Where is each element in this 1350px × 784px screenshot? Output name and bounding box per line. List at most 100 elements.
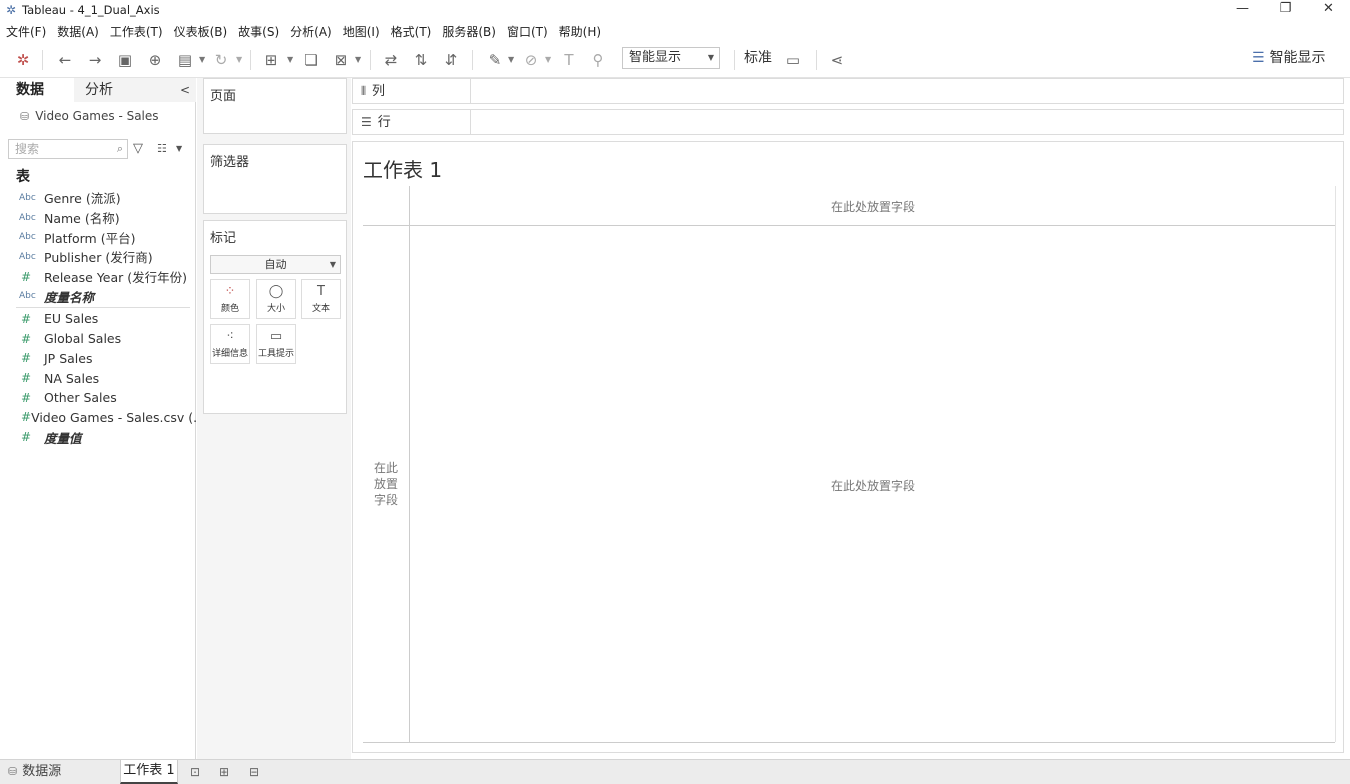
- restore-button[interactable]: ❐: [1264, 0, 1307, 20]
- menu-window[interactable]: 窗口(T): [507, 23, 548, 40]
- field-name: Genre (流派): [44, 191, 121, 207]
- rows-shelf-label: ☰ 行: [353, 110, 471, 134]
- chevron-down-icon[interactable]: ▼: [355, 48, 361, 72]
- detail-icon: ⁖: [226, 329, 234, 344]
- filters-shelf[interactable]: 筛选器: [203, 144, 347, 214]
- tab-analysis[interactable]: 分析: [74, 78, 196, 102]
- menu-bar: 文件(F) 数据(A) 工作表(T) 仪表板(B) 故事(S) 分析(A) 地图…: [0, 20, 1350, 42]
- new-datasource-icon[interactable]: ⊕: [144, 48, 166, 72]
- center-drop-zone[interactable]: 在此处放置字段: [831, 477, 915, 494]
- field-item[interactable]: # 度量值: [0, 427, 196, 447]
- chevron-down-icon[interactable]: ▼: [287, 48, 293, 72]
- mark-type-select[interactable]: 自动 ▼: [210, 255, 341, 274]
- field-name: 度量名称: [44, 289, 95, 305]
- detail-label: 详细信息: [211, 349, 248, 359]
- redo-icon[interactable]: →: [84, 48, 106, 72]
- number-type-icon: #: [21, 430, 32, 445]
- string-type-icon: Abc: [19, 251, 36, 262]
- menu-dashboard[interactable]: 仪表板(B): [174, 23, 228, 40]
- share-icon[interactable]: ⋖: [826, 48, 848, 72]
- rows-shelf[interactable]: ☰ 行: [352, 109, 1344, 135]
- columns-shelf-label: ⫴ 列: [353, 79, 471, 103]
- fit-width-select[interactable]: 智能显示 ▼: [622, 47, 720, 69]
- fix-axes-icon[interactable]: ⚲: [587, 48, 609, 72]
- tab-data[interactable]: 数据: [0, 78, 74, 102]
- worksheet-canvas: 工作表 1 在此处放置字段 在此 放置 字段 在此处放置字段: [352, 141, 1344, 753]
- field-item[interactable]: Abc 度量名称: [0, 286, 196, 306]
- color-button[interactable]: ⁘ 颜色: [210, 279, 250, 319]
- menu-data[interactable]: 数据(A): [57, 23, 99, 40]
- search-input[interactable]: 搜索 ⌕: [8, 139, 128, 159]
- menu-file[interactable]: 文件(F): [6, 23, 46, 40]
- chevron-down-icon[interactable]: ▼: [199, 48, 205, 72]
- sort-descending-icon[interactable]: ⇵: [440, 48, 462, 72]
- refresh-icon[interactable]: ↻: [210, 48, 232, 72]
- marks-title: 标记: [210, 231, 237, 246]
- field-item[interactable]: Abc Genre (流派): [0, 188, 196, 208]
- chevron-down-icon[interactable]: ▼: [176, 139, 182, 159]
- swap-axes-icon[interactable]: ⇄: [380, 48, 402, 72]
- menu-format[interactable]: 格式(T): [391, 23, 432, 40]
- new-story-icon[interactable]: ⊟: [243, 763, 265, 781]
- field-item[interactable]: # Video Games - Sales.csv (...: [0, 408, 205, 428]
- chevron-down-icon[interactable]: ▼: [508, 48, 514, 72]
- view-border: [363, 742, 1335, 743]
- columns-shelf[interactable]: ⫴ 列: [352, 78, 1344, 104]
- close-window-button[interactable]: ✕: [1307, 0, 1350, 20]
- standard-label[interactable]: 标准: [744, 48, 772, 68]
- text-icon: T: [317, 284, 325, 299]
- view-options-icon[interactable]: ☷: [157, 139, 167, 159]
- menu-help[interactable]: 帮助(H): [559, 23, 601, 40]
- field-item[interactable]: # Other Sales: [0, 388, 196, 408]
- field-name: Global Sales: [44, 331, 122, 347]
- menu-story[interactable]: 故事(S): [238, 23, 279, 40]
- chevron-down-icon[interactable]: ▼: [236, 48, 242, 72]
- field-item[interactable]: # NA Sales: [0, 368, 196, 388]
- new-worksheet-icon[interactable]: ⊡: [184, 763, 206, 781]
- field-item[interactable]: Abc Name (名称): [0, 208, 196, 228]
- menu-map[interactable]: 地图(I): [343, 23, 380, 40]
- filter-icon[interactable]: ▽: [133, 139, 143, 159]
- column-drop-zone[interactable]: 在此处放置字段: [831, 198, 915, 215]
- sort-ascending-icon[interactable]: ⇅: [410, 48, 432, 72]
- show-mark-labels-icon[interactable]: T: [558, 48, 580, 72]
- presentation-mode-icon[interactable]: ▭: [782, 48, 804, 72]
- detail-button[interactable]: ⁖ 详细信息: [210, 324, 250, 364]
- field-item[interactable]: # EU Sales: [0, 309, 196, 329]
- string-type-icon: Abc: [19, 212, 36, 223]
- field-item[interactable]: # Release Year (发行年份): [0, 267, 196, 287]
- highlight-icon[interactable]: ✎: [484, 48, 506, 72]
- chevron-down-icon[interactable]: ▼: [545, 48, 551, 72]
- field-name: NA Sales: [44, 370, 100, 386]
- clear-sheet-icon[interactable]: ⊠: [330, 48, 352, 72]
- undo-icon[interactable]: ←: [54, 48, 76, 72]
- pause-updates-icon[interactable]: ▤: [174, 48, 196, 72]
- minimize-button[interactable]: —: [1221, 0, 1264, 20]
- sheet-title[interactable]: 工作表 1: [363, 154, 442, 183]
- menu-server[interactable]: 服务器(B): [442, 23, 496, 40]
- datasource-tab[interactable]: ⛁ 数据源: [8, 760, 61, 784]
- datasource-item[interactable]: ⛁ Video Games - Sales: [0, 106, 196, 126]
- new-worksheet-icon[interactable]: ⊞: [260, 48, 282, 72]
- text-button[interactable]: T 文本: [301, 279, 341, 319]
- tableau-home-icon[interactable]: ✲: [12, 48, 34, 72]
- show-me-button[interactable]: ☰ 智能显示: [1252, 48, 1326, 68]
- menu-analysis[interactable]: 分析(A): [290, 23, 332, 40]
- new-dashboard-icon[interactable]: ⊞: [213, 763, 235, 781]
- size-button[interactable]: ◯ 大小: [256, 279, 296, 319]
- tooltip-button[interactable]: ▭ 工具提示: [256, 324, 296, 364]
- group-members-icon[interactable]: ⊘: [520, 48, 542, 72]
- field-item[interactable]: # JP Sales: [0, 349, 196, 369]
- pages-shelf[interactable]: 页面: [203, 78, 347, 134]
- marks-card: 标记 自动 ▼ ⁘ 颜色 ◯ 大小 T 文本 ⁖ 详细信息 ▭ 工具提示: [203, 220, 347, 414]
- tab-sheet-1[interactable]: 工作表 1: [120, 760, 178, 784]
- menu-worksheet[interactable]: 工作表(T): [110, 23, 163, 40]
- save-icon[interactable]: ▣: [114, 48, 136, 72]
- field-item[interactable]: # Global Sales: [0, 329, 196, 349]
- duplicate-icon[interactable]: ❏: [300, 48, 322, 72]
- filters-title: 筛选器: [210, 155, 250, 170]
- field-item[interactable]: Abc Platform (平台): [0, 227, 196, 247]
- field-item[interactable]: Abc Publisher (发行商): [0, 247, 196, 267]
- collapse-pane-button[interactable]: <: [180, 78, 190, 102]
- row-drop-zone[interactable]: 在此 放置 字段: [372, 460, 400, 508]
